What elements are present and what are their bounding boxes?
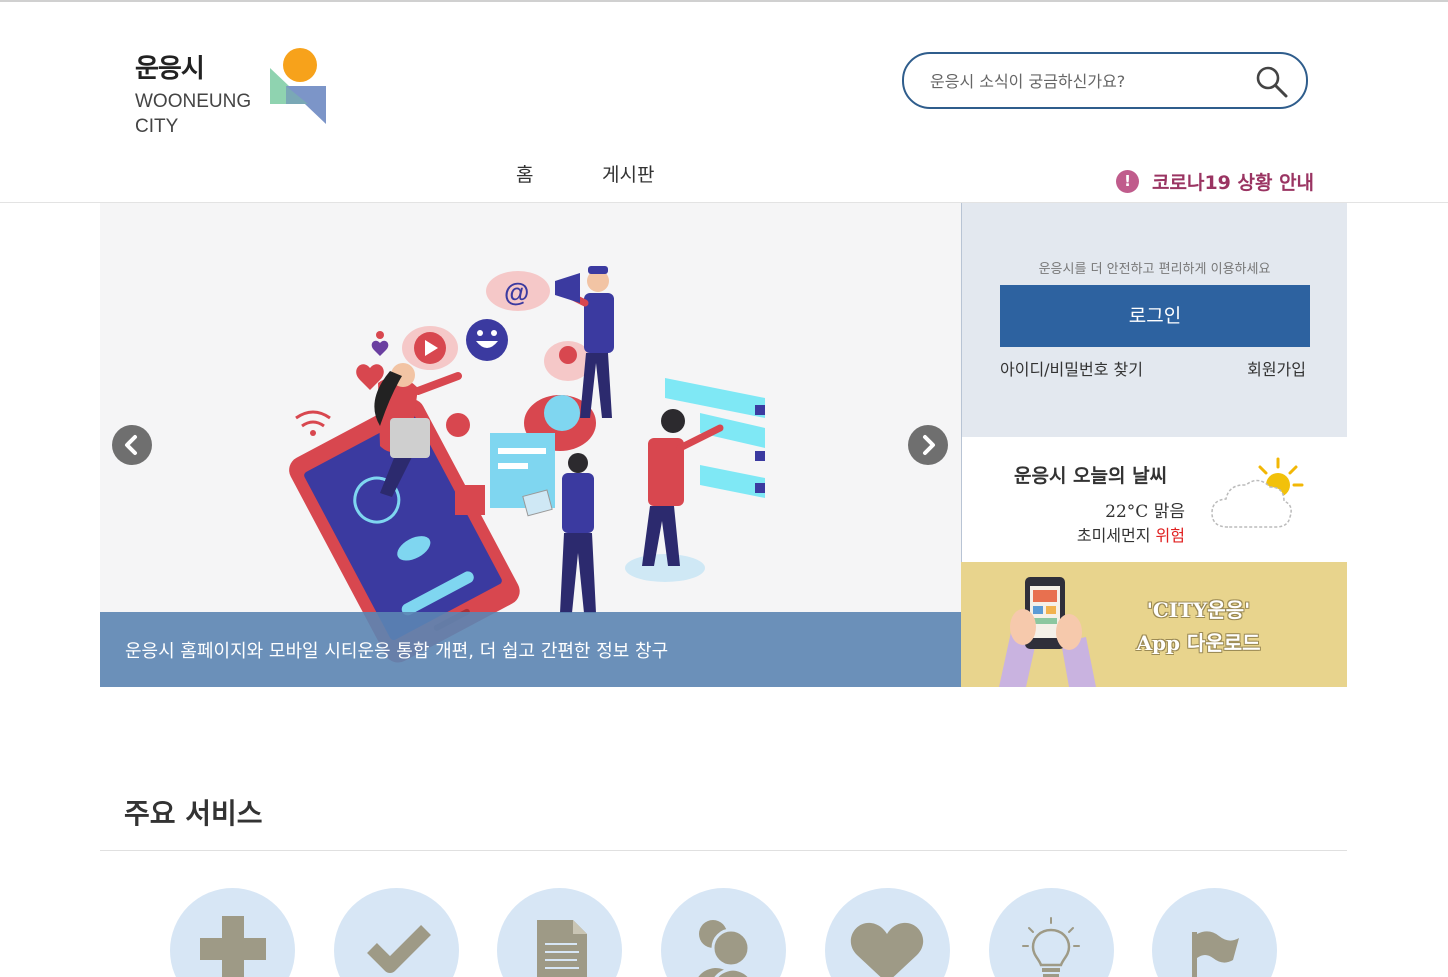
fine-dust-label: 초미세먼지 <box>1076 526 1151 545</box>
logo-english-line1: WOONEUNG <box>135 91 252 112</box>
signup-link[interactable]: 회원가입 <box>1247 356 1306 380</box>
plus-icon <box>200 916 266 977</box>
fine-dust-status: 초미세먼지 위험 <box>1077 522 1185 546</box>
service-check[interactable] <box>334 888 459 977</box>
logo-korean: 운응시 <box>135 54 205 84</box>
service-flag[interactable] <box>1152 888 1277 977</box>
app-download-line2: App 다운로드 <box>1136 631 1261 655</box>
service-heart[interactable] <box>825 888 950 977</box>
top-border <box>0 0 1448 2</box>
fine-dust-level: 위험 <box>1155 526 1185 545</box>
service-people[interactable] <box>661 888 786 977</box>
banner-next-button[interactable] <box>908 425 948 465</box>
partly-sunny-icon <box>1211 457 1304 528</box>
banner-caption: 운응시 홈페이지와 모바일 시티운응 통합 개편, 더 쉽고 간편한 정보 창구 <box>100 612 961 687</box>
nav-home[interactable]: 홈 <box>516 160 533 187</box>
logo-english-line2: CITY <box>135 116 179 137</box>
flag-icon <box>1192 931 1239 977</box>
app-download-text: 'CITY운응' App 다운로드 <box>1111 594 1286 660</box>
weather-temperature: 22°C 맑음 <box>1105 502 1185 522</box>
covid-notice-label: 코로나19 상황 안내 <box>1152 172 1315 194</box>
find-account-link[interactable]: 아이디/비밀번호 찾기 <box>1000 356 1143 380</box>
svg-text:@: @ <box>504 277 529 307</box>
nav-board[interactable]: 게시판 <box>602 160 654 187</box>
app-download-banner[interactable]: 'CITY운응' App 다운로드 <box>961 562 1347 687</box>
chevron-left-icon <box>125 435 137 455</box>
login-panel: 운응시를 더 안전하고 편리하게 이용하세요 로그인 아이디/비밀번호 찾기 회… <box>961 203 1347 437</box>
banner-caption-text: 운응시 홈페이지와 모바일 시티운응 통합 개편, 더 쉽고 간편한 정보 창구 <box>125 641 669 662</box>
services-divider <box>100 850 1347 851</box>
service-plus[interactable] <box>170 888 295 977</box>
search-box <box>902 52 1308 109</box>
people-icon <box>698 920 752 977</box>
chevron-right-icon <box>923 435 935 455</box>
service-document[interactable] <box>497 888 622 977</box>
logo-mark-icon <box>270 48 326 124</box>
check-icon <box>367 925 431 973</box>
main-banner[interactable]: @ 운응시 홈페이지와 모바일 시티운응 통합 개편, 더 쉽고 간편한 정보 … <box>100 203 961 687</box>
banner-prev-button[interactable] <box>112 425 152 465</box>
document-icon <box>537 920 587 977</box>
search-input[interactable] <box>930 66 1250 96</box>
weather-title: 운응시 오늘의 날씨 <box>1014 465 1168 487</box>
weather-panel: 운응시 오늘의 날씨 22°C 맑음 초미세먼지 위험 <box>961 437 1347 562</box>
service-lightbulb[interactable] <box>989 888 1114 977</box>
heart-icon <box>851 922 923 977</box>
lightbulb-icon <box>1022 917 1080 977</box>
login-button[interactable]: 로그인 <box>1000 285 1310 347</box>
login-message: 운응시를 더 안전하고 편리하게 이용하세요 <box>1038 262 1271 277</box>
services-title: 주요 서비스 <box>124 797 263 830</box>
phone-in-hands-icon <box>999 577 1096 687</box>
app-download-line1: 'CITY운응' <box>1146 598 1251 622</box>
covid-notice-link[interactable]: ! 코로나19 상황 안내 <box>1116 168 1314 195</box>
site-logo[interactable]: 운응시 WOONEUNG CITY <box>135 48 251 139</box>
alert-icon: ! <box>1116 170 1139 193</box>
search-icon[interactable] <box>1254 64 1290 100</box>
